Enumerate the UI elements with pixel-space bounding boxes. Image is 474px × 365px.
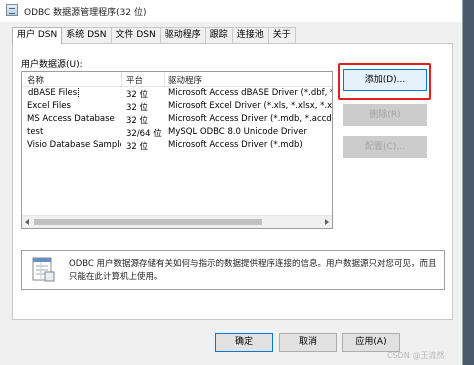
desktop-background <box>463 0 474 365</box>
column-header-driver[interactable]: 驱动程序 <box>168 74 202 86</box>
row-name: dBASE Files <box>27 88 80 98</box>
watermark: CSDN @王流然 <box>387 351 445 360</box>
configure-button[interactable]: 配置(C)... <box>343 136 427 158</box>
tab-strip: 用户 DSN 系统 DSN 文件 DSN 驱动程序 跟踪 连接池 关于 <box>12 27 296 44</box>
data-source-icon <box>32 257 56 283</box>
row-driver: Microsoft Access Driver (*.mdb, *.accdb) <box>168 114 333 124</box>
odbc-window: ODBC 数据源管理程序(32 位) 用户 DSN 系统 DSN 文件 DSN … <box>0 0 463 365</box>
list-header: 名称 平台 驱动程序 <box>22 72 332 87</box>
horizontal-scrollbar[interactable] <box>22 215 332 228</box>
scroll-left-icon[interactable] <box>25 219 29 225</box>
row-name: MS Access Database <box>27 114 115 124</box>
tab-connection-pooling[interactable]: 连接池 <box>231 27 269 43</box>
ok-button[interactable]: 确定 <box>215 333 273 352</box>
row-name: test <box>27 127 44 137</box>
tab-about[interactable]: 关于 <box>267 27 296 43</box>
scrollbar-thumb[interactable] <box>34 219 262 225</box>
remove-button[interactable]: 删除(R) <box>343 104 427 126</box>
tab-system-dsn[interactable]: 系统 DSN <box>61 27 112 43</box>
scroll-right-icon[interactable] <box>325 219 329 225</box>
window-title: ODBC 数据源管理程序(32 位) <box>24 8 147 18</box>
cancel-button[interactable]: 取消 <box>279 333 337 352</box>
list-item[interactable]: MS Access Database 32 位 Microsoft Access… <box>22 113 332 126</box>
row-platform: 32 位 <box>126 90 149 100</box>
row-driver: Microsoft Access dBASE Driver (*.dbf, *.… <box>168 88 333 98</box>
data-source-list[interactable]: 名称 平台 驱动程序 dBASE Files 32 位 Microsoft Ac… <box>21 71 333 229</box>
column-header-name[interactable]: 名称 <box>27 74 44 86</box>
column-header-platform[interactable]: 平台 <box>126 74 143 86</box>
user-data-sources-label: 用户数据源(U): <box>21 60 83 70</box>
list-item[interactable]: Excel Files 32 位 Microsoft Excel Driver … <box>22 100 332 113</box>
user-dsn-panel: 用户数据源(U): 名称 平台 驱动程序 dBASE Files 32 位 Mi… <box>12 43 453 320</box>
row-driver: Microsoft Excel Driver (*.xls, *.xlsx, *… <box>168 101 333 111</box>
row-driver: MySQL ODBC 8.0 Unicode Driver <box>168 127 307 137</box>
tab-drivers[interactable]: 驱动程序 <box>159 27 206 43</box>
red-highlight-box <box>338 63 431 100</box>
info-box: ODBC 用户数据源存储有关如何与指示的数据提供程序连接的信息。用户数据源只对您… <box>21 250 445 290</box>
column-divider[interactable] <box>164 72 165 86</box>
odbc-app-icon <box>6 4 18 16</box>
row-platform: 32 位 <box>126 142 149 152</box>
column-divider[interactable] <box>121 72 122 86</box>
title-bar[interactable]: ODBC 数据源管理程序(32 位) <box>0 0 462 22</box>
row-name: Excel Files <box>27 101 71 111</box>
tab-file-dsn[interactable]: 文件 DSN <box>110 27 161 43</box>
row-driver: Microsoft Access Driver (*.mdb) <box>168 140 303 150</box>
row-name: Visio Database Samples <box>27 140 121 150</box>
list-item[interactable]: test 32/64 位 MySQL ODBC 8.0 Unicode Driv… <box>22 126 332 139</box>
row-platform: 32 位 <box>126 103 149 113</box>
row-platform: 32 位 <box>126 116 149 126</box>
list-item[interactable]: Visio Database Samples 32 位 Microsoft Ac… <box>22 139 332 152</box>
tab-tracing[interactable]: 跟踪 <box>204 27 233 43</box>
info-description: ODBC 用户数据源存储有关如何与指示的数据提供程序连接的信息。用户数据源只对您… <box>69 259 437 282</box>
row-platform: 32/64 位 <box>126 129 162 139</box>
list-item[interactable]: dBASE Files 32 位 Microsoft Access dBASE … <box>22 87 332 100</box>
tab-user-dsn[interactable]: 用户 DSN <box>12 27 63 44</box>
